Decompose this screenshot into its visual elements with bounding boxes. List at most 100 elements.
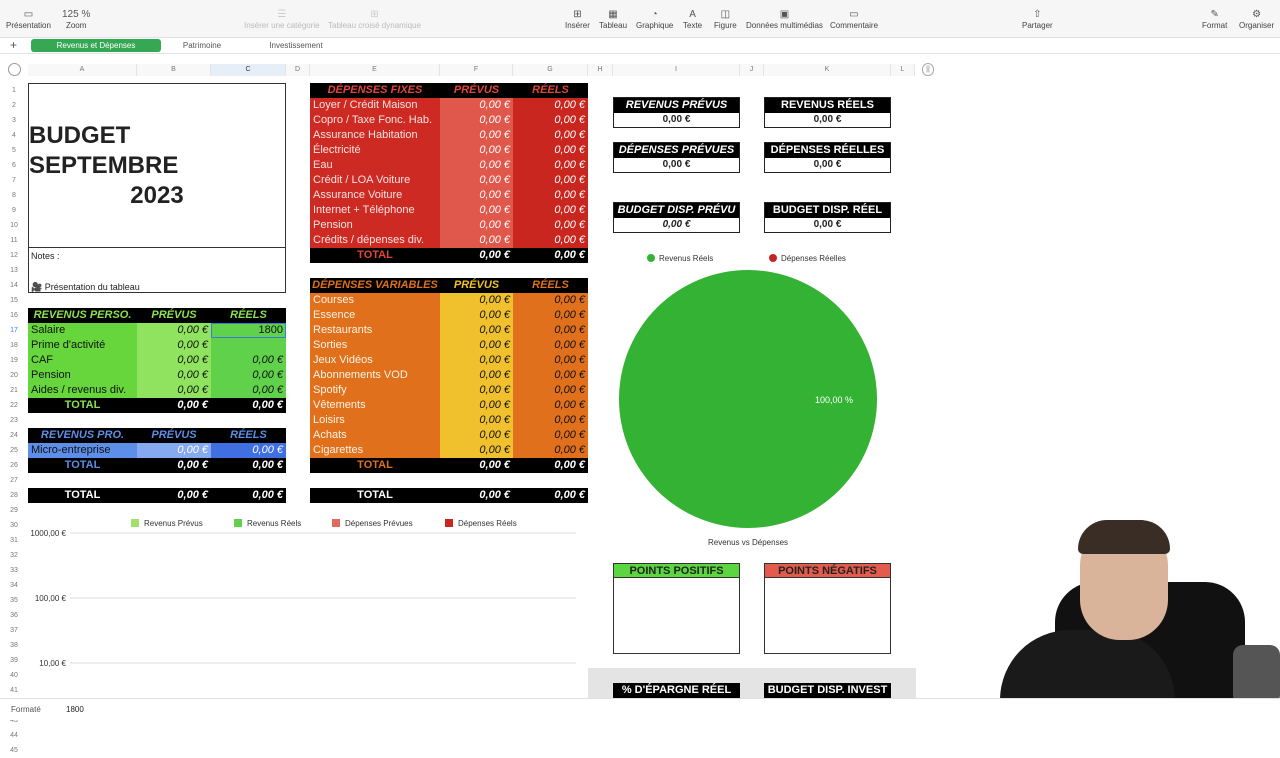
reel-cell[interactable]: 0,00 € — [513, 98, 588, 113]
row-header[interactable]: 1 — [6, 83, 22, 98]
prevu-cell[interactable]: 0,00 € — [440, 383, 513, 398]
column-header[interactable]: L — [891, 64, 915, 76]
row-header[interactable]: 10 — [6, 218, 22, 233]
row-header[interactable]: 41 — [6, 683, 22, 698]
prevu-cell[interactable]: 0,00 € — [440, 188, 513, 203]
reel-cell[interactable]: 0,00 € — [513, 188, 588, 203]
reel-cell[interactable]: 0,00 € — [513, 128, 588, 143]
row-header[interactable]: 36 — [6, 608, 22, 623]
prevu-cell[interactable]: 0,00 € — [440, 443, 513, 458]
reel-cell[interactable]: 0,00 € — [211, 443, 286, 458]
presentation-button[interactable]: ▭ Présentation — [6, 9, 51, 30]
row-header[interactable]: 31 — [6, 533, 22, 548]
column-header[interactable]: A — [28, 64, 137, 76]
prevu-cell[interactable]: 0,00 € — [440, 308, 513, 323]
tab-investissement[interactable]: Investissement — [252, 39, 340, 52]
prevu-cell[interactable]: 0,00 € — [440, 218, 513, 233]
media-button[interactable]: ▣ Données multimédias — [746, 9, 823, 30]
column-header[interactable]: C — [211, 64, 286, 76]
column-header[interactable]: K — [764, 64, 891, 76]
reel-cell[interactable]: 0,00 € — [513, 398, 588, 413]
pie-chart[interactable]: 100,00 % — [617, 268, 879, 530]
column-header[interactable]: F — [440, 64, 513, 76]
row-header[interactable]: 38 — [6, 638, 22, 653]
prevu-cell[interactable]: 0,00 € — [137, 368, 211, 383]
prevu-cell[interactable]: 0,00 € — [440, 413, 513, 428]
row-header[interactable]: 22 — [6, 398, 22, 413]
row-header[interactable]: 26 — [6, 458, 22, 473]
row-header[interactable]: 35 — [6, 593, 22, 608]
column-header[interactable]: G — [513, 64, 588, 76]
row-header[interactable]: 19 — [6, 353, 22, 368]
row-header[interactable]: 5 — [6, 143, 22, 158]
reel-cell[interactable]: 0,00 € — [513, 368, 588, 383]
row-header[interactable]: 18 — [6, 338, 22, 353]
prevu-cell[interactable]: 0,00 € — [137, 353, 211, 368]
tab-patrimoine[interactable]: Patrimoine — [168, 39, 236, 52]
reel-cell[interactable]: 0,00 € — [513, 158, 588, 173]
bar-chart[interactable]: 1000,00 € 100,00 € 10,00 € — [26, 525, 586, 697]
prevu-cell[interactable]: 0,00 € — [440, 233, 513, 248]
table-button[interactable]: ▦ Tableau — [599, 9, 627, 30]
row-header[interactable]: 17 — [6, 323, 22, 338]
select-all-icon[interactable] — [8, 63, 21, 76]
formula-value[interactable]: 1800 — [66, 699, 84, 720]
row-header[interactable]: 20 — [6, 368, 22, 383]
prevu-cell[interactable]: 0,00 € — [440, 338, 513, 353]
points-negatifs-box[interactable]: POINTS NÉGATIFS — [764, 563, 891, 654]
row-header[interactable]: 13 — [6, 263, 22, 278]
prevu-cell[interactable]: 0,00 € — [440, 128, 513, 143]
row-header[interactable]: 8 — [6, 188, 22, 203]
reel-cell[interactable]: 0,00 € — [513, 218, 588, 233]
prevu-cell[interactable]: 0,00 € — [440, 143, 513, 158]
video-link[interactable]: 🎥 Présentation du tableau — [31, 282, 140, 293]
prevu-cell[interactable]: 0,00 € — [440, 353, 513, 368]
reel-cell[interactable]: 1800 — [211, 323, 286, 338]
prevu-cell[interactable]: 0,00 € — [440, 203, 513, 218]
row-header[interactable]: 44 — [6, 728, 22, 743]
column-header[interactable]: B — [137, 64, 211, 76]
row-header[interactable]: 6 — [6, 158, 22, 173]
prevu-cell[interactable]: 0,00 € — [440, 428, 513, 443]
row-header[interactable]: 11 — [6, 233, 22, 248]
comment-button[interactable]: ▭ Commentaire — [830, 9, 878, 30]
reel-cell[interactable]: 0,00 € — [513, 203, 588, 218]
row-header[interactable]: 34 — [6, 578, 22, 593]
prevu-cell[interactable]: 0,00 € — [137, 443, 211, 458]
row-header[interactable]: 14 — [6, 278, 22, 293]
reel-cell[interactable]: 0,00 € — [513, 443, 588, 458]
row-header[interactable]: 21 — [6, 383, 22, 398]
row-header[interactable]: 37 — [6, 623, 22, 638]
reel-cell[interactable]: 0,00 € — [211, 353, 286, 368]
reel-cell[interactable] — [211, 338, 286, 353]
row-header[interactable]: 29 — [6, 503, 22, 518]
row-header[interactable]: 15 — [6, 293, 22, 308]
column-header[interactable]: I — [613, 64, 740, 76]
shape-button[interactable]: ◫ Figure — [714, 9, 737, 30]
reel-cell[interactable]: 0,00 € — [513, 293, 588, 308]
reel-cell[interactable]: 0,00 € — [211, 368, 286, 383]
row-header[interactable]: 27 — [6, 473, 22, 488]
reel-cell[interactable]: 0,00 € — [513, 173, 588, 188]
prevu-cell[interactable]: 0,00 € — [440, 113, 513, 128]
prevu-cell[interactable]: 0,00 € — [440, 98, 513, 113]
reel-cell[interactable]: 0,00 € — [513, 233, 588, 248]
row-header[interactable]: 23 — [6, 413, 22, 428]
row-header[interactable]: 25 — [6, 443, 22, 458]
insert-button[interactable]: ⊞ Insérer — [565, 9, 590, 30]
reel-cell[interactable]: 0,00 € — [513, 323, 588, 338]
pivot-table-button[interactable]: ⊞ Tableau croisé dynamique — [328, 9, 421, 30]
share-button[interactable]: ⇧ Partager — [1022, 9, 1053, 30]
reel-cell[interactable]: 0,00 € — [513, 113, 588, 128]
notes-box[interactable]: Notes : 🎥 Présentation du tableau — [28, 247, 286, 293]
row-header[interactable]: 24 — [6, 428, 22, 443]
row-header[interactable]: 28 — [6, 488, 22, 503]
row-header[interactable]: 33 — [6, 563, 22, 578]
column-header[interactable]: H — [588, 64, 613, 76]
prevu-cell[interactable]: 0,00 € — [440, 323, 513, 338]
insert-category-button[interactable]: ☰ Insérer une catégorie — [244, 9, 320, 30]
row-header[interactable]: 3 — [6, 113, 22, 128]
row-header[interactable]: 9 — [6, 203, 22, 218]
table-resize-handle[interactable]: || — [922, 63, 934, 76]
row-header[interactable]: 2 — [6, 98, 22, 113]
